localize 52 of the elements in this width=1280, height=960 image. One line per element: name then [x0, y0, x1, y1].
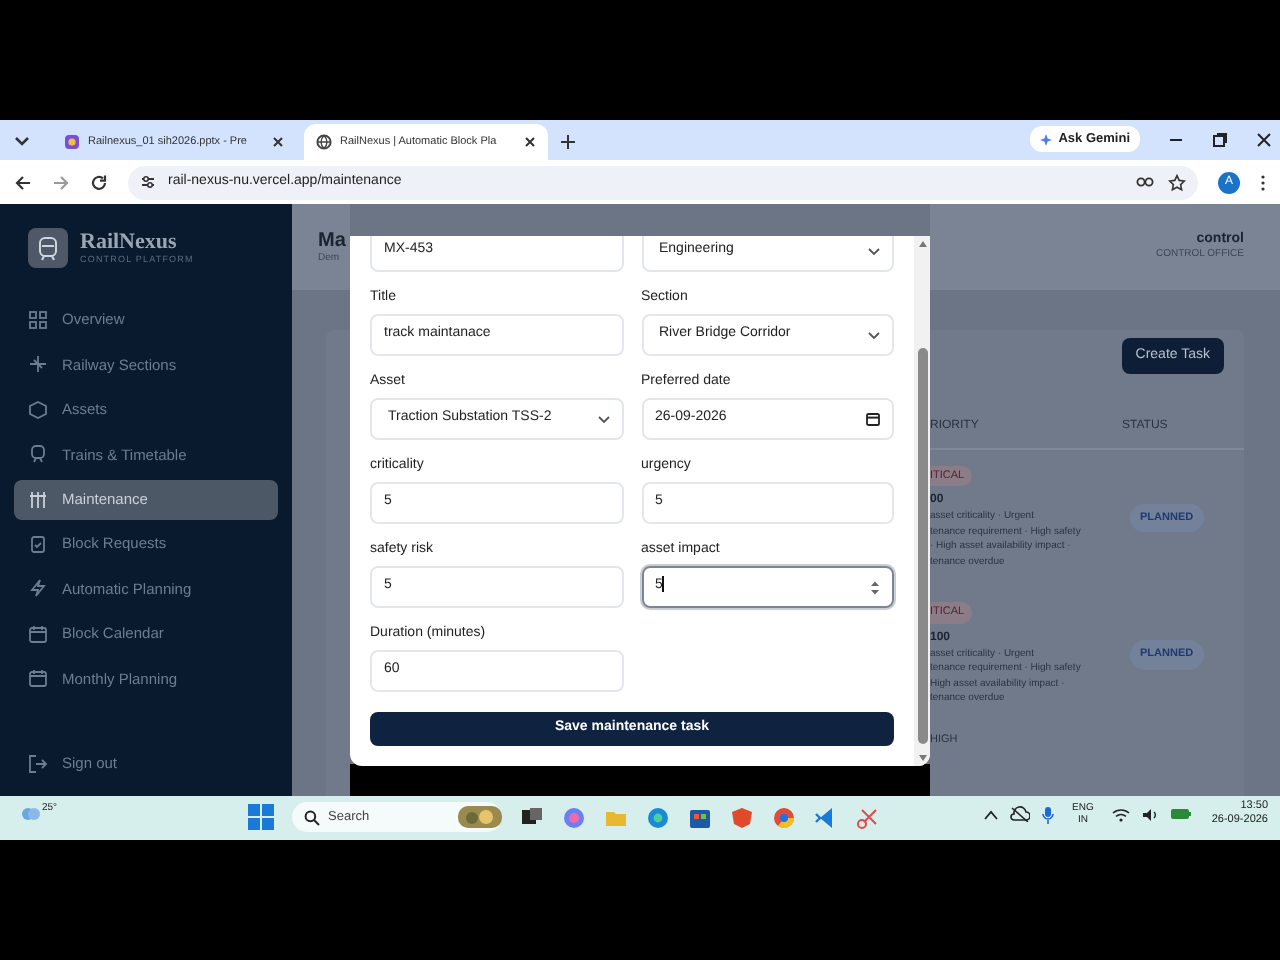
star-icon[interactable] — [1168, 173, 1186, 191]
scrollbar-thumb[interactable] — [917, 348, 927, 744]
shield-icon[interactable] — [730, 805, 754, 829]
cloud-off-icon[interactable] — [1010, 806, 1031, 822]
tracks-icon — [28, 489, 48, 510]
train-icon — [28, 444, 48, 465]
page-title: Ma — [318, 230, 346, 252]
browser-icon[interactable] — [772, 805, 796, 829]
browser-icon[interactable] — [646, 805, 670, 829]
scissors-icon[interactable] — [856, 805, 880, 829]
back-icon[interactable] — [14, 173, 32, 191]
battery-icon[interactable] — [1169, 808, 1192, 820]
close-icon[interactable] — [1256, 132, 1272, 148]
wifi-icon[interactable] — [1111, 807, 1130, 821]
close-icon — [272, 136, 284, 148]
sparkle-icon — [1040, 133, 1053, 145]
key-icon[interactable] — [1136, 174, 1156, 190]
close-icon — [524, 136, 536, 148]
search-icon — [304, 809, 320, 825]
code-icon[interactable] — [814, 805, 838, 829]
spinner-icon[interactable] — [870, 579, 880, 595]
chevron-down-icon — [597, 415, 609, 423]
windows-logo-icon[interactable] — [248, 804, 274, 830]
restore-icon[interactable] — [1212, 132, 1228, 148]
train-icon — [28, 228, 68, 268]
speaker-icon[interactable] — [1141, 807, 1158, 821]
calendar-icon — [28, 623, 48, 644]
globe-icon — [316, 134, 332, 150]
calendar-icon — [28, 668, 48, 689]
cube-icon — [28, 399, 48, 420]
new-tab-icon[interactable] — [560, 134, 576, 150]
brand-name: RailNexus — [80, 229, 179, 254]
site-settings-icon — [140, 174, 156, 190]
chevron-down-icon — [868, 247, 880, 255]
grid-icon — [28, 310, 48, 330]
cloud-icon — [20, 802, 42, 822]
scroll-up-icon[interactable] — [917, 240, 927, 248]
reload-icon[interactable] — [90, 173, 108, 191]
microphone-icon[interactable] — [1042, 805, 1055, 823]
junction-icon — [28, 354, 48, 375]
forward-icon[interactable] — [52, 173, 70, 191]
scroll-down-icon[interactable] — [917, 754, 927, 762]
lightning-icon — [28, 578, 48, 599]
chevron-down-icon — [868, 331, 880, 339]
clipboard-icon — [28, 533, 48, 554]
chevron-up-icon[interactable] — [984, 809, 999, 819]
store-icon[interactable] — [688, 805, 712, 829]
menu-icon[interactable] — [1260, 173, 1266, 191]
app-icon — [64, 134, 80, 150]
calendar-icon — [866, 412, 880, 426]
task-view-icon[interactable] — [520, 805, 544, 829]
exit-icon — [28, 754, 48, 774]
